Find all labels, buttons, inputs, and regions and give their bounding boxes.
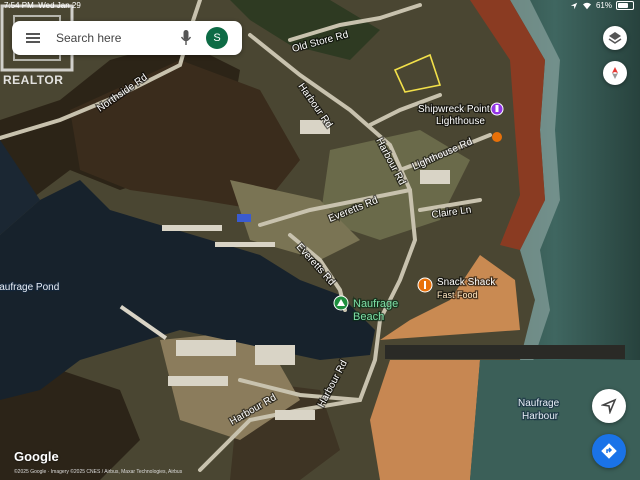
compass-button[interactable] <box>603 61 627 85</box>
label-naufrage-pond: Naufrage Pond <box>0 282 59 293</box>
search-bar[interactable]: S <box>12 21 242 55</box>
directions-icon <box>601 443 617 459</box>
layers-button[interactable] <box>603 26 627 50</box>
beach <box>370 360 480 480</box>
search-input[interactable] <box>54 30 168 46</box>
lighthouse-glyph-icon <box>495 105 499 112</box>
poi-snack-shack-name: Snack Shack <box>437 277 496 288</box>
compass-icon <box>612 67 618 79</box>
poi-lighthouse-name-2: Lighthouse <box>436 116 485 127</box>
my-location-button[interactable] <box>592 389 626 423</box>
status-right: 61% <box>570 1 634 10</box>
location-arrow-icon <box>570 2 578 9</box>
restaurant-glyph-icon <box>424 281 426 289</box>
label-naufrage-harbour-2: Harbour <box>522 411 559 422</box>
breakwater <box>385 345 625 359</box>
menu-icon[interactable] <box>26 33 40 43</box>
locate-icon <box>601 398 617 414</box>
satellite-map[interactable]: Northside Rd Old Store Rd Harbour Rd Har… <box>0 0 640 480</box>
copyright-text: ©2025 Google · Imagery ©2025 CNES / Airb… <box>14 469 183 475</box>
realtor-watermark-text: REALTOR <box>3 73 64 87</box>
layers-icon <box>608 32 622 44</box>
mic-icon[interactable] <box>178 29 194 47</box>
directions-button[interactable] <box>592 434 626 468</box>
battery-icon <box>616 1 634 10</box>
google-logo: Google <box>14 449 59 464</box>
poi-beach-name-1: Naufrage <box>353 298 398 310</box>
battery-percent: 61% <box>595 1 612 10</box>
status-bar: 7:54 PM Wed Jan 29 61% <box>0 0 640 12</box>
poi-snack-shack-category: Fast Food <box>437 290 478 300</box>
blue-building <box>237 214 251 222</box>
orange-marker-icon <box>492 132 502 142</box>
wifi-icon <box>582 2 591 9</box>
label-naufrage-harbour-1: Naufrage <box>518 398 560 409</box>
account-avatar[interactable]: S <box>206 27 228 49</box>
poi-beach-name-2: Beach <box>353 311 384 323</box>
poi-lighthouse-name-1: Shipwreck Point <box>418 104 490 115</box>
